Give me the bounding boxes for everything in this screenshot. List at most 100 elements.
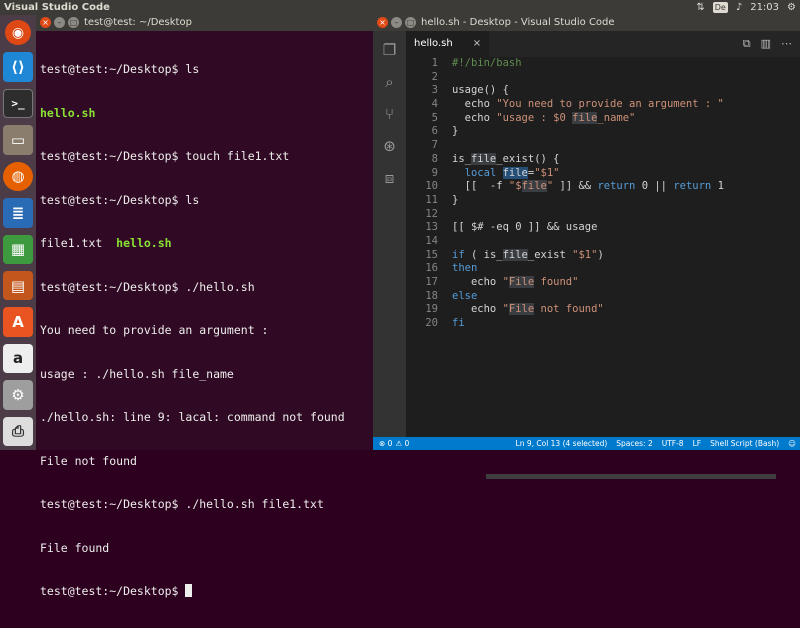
extensions-icon[interactable]: ⧈	[380, 168, 400, 188]
terminal-line: test@test:~/Desktop$ ./hello.sh	[40, 279, 255, 294]
vscode-title: hello.sh - Desktop - Visual Studio Code	[421, 17, 615, 28]
status-encoding[interactable]: UTF-8	[662, 437, 684, 450]
status-eol[interactable]: LF	[693, 437, 702, 450]
code-token: "	[502, 303, 509, 316]
status-errors[interactable]: ⊗ 0	[379, 437, 392, 450]
code-line[interactable]: echo "You need to provide an argument : …	[452, 98, 796, 112]
vscode-close-button[interactable]: ×	[377, 17, 388, 28]
active-app-title: Visual Studio Code	[4, 2, 110, 13]
code-token: return	[597, 180, 636, 193]
code-line[interactable]: [[ $# -eq 0 ]] && usage	[452, 221, 796, 235]
terminal-titlebar[interactable]: × – □ test@test: ~/Desktop	[36, 15, 373, 31]
status-right: Ln 9, Col 13 (4 selected) Spaces: 2 UTF-…	[516, 437, 796, 450]
search-icon[interactable]: ⌕	[380, 72, 400, 92]
amazon-launcher-icon[interactable]: a	[3, 343, 33, 374]
line-number: 6	[431, 125, 438, 138]
code-line[interactable]: echo "usage : $0 file_name"	[452, 111, 796, 126]
keyboard-layout-indicator[interactable]: De	[712, 2, 728, 13]
vscode-launcher-icon[interactable]: ⟨⟩	[3, 52, 33, 82]
line-number: 10	[425, 180, 438, 193]
code-line[interactable]: if ( is_file_exist "$1")	[452, 248, 796, 263]
code-token: "usage : $0	[496, 111, 573, 124]
status-language-mode[interactable]: Shell Script (Bash)	[710, 437, 779, 450]
horizontal-scrollbar[interactable]	[486, 474, 776, 479]
code-token: is_	[452, 152, 471, 165]
code-line[interactable]: then	[452, 262, 796, 276]
code-line[interactable]: usage() {	[452, 84, 796, 98]
code-line[interactable]: echo "File not found"	[452, 303, 796, 317]
terminal-executable-listing: hello.sh	[116, 236, 172, 250]
code-line[interactable]	[452, 139, 796, 153]
line-number: 2	[431, 70, 438, 83]
code-area[interactable]: #!/bin/bash usage() { echo "You need to p…	[452, 57, 796, 331]
calc-launcher-icon[interactable]: ▦	[3, 234, 33, 264]
line-number: 1	[431, 57, 438, 69]
code-line[interactable]: fi	[452, 317, 796, 331]
code-token: File	[508, 276, 535, 288]
terminal-minimize-button[interactable]: –	[54, 17, 65, 28]
line-number: 11	[425, 193, 438, 206]
impress-launcher-icon[interactable]: ▤	[3, 270, 33, 301]
status-warnings[interactable]: ⚠ 0	[395, 437, 409, 450]
vscode-titlebar[interactable]: × – □ hello.sh - Desktop - Visual Studio…	[373, 15, 800, 31]
debug-icon[interactable]: ⊛	[380, 136, 400, 156]
firefox-launcher-icon[interactable]: ◍	[3, 161, 33, 192]
more-actions-icon[interactable]: ⋯	[781, 31, 792, 57]
tab-close-icon[interactable]: ×	[473, 31, 481, 57]
settings-launcher-icon[interactable]: ⚙	[3, 380, 33, 410]
writer-launcher-icon[interactable]: ≣	[3, 198, 33, 228]
code-line[interactable]	[452, 208, 796, 222]
split-editor-icon[interactable]: ▥	[761, 31, 771, 57]
code-line[interactable]: #!/bin/bash	[452, 57, 796, 71]
code-line[interactable]	[452, 235, 796, 249]
power-gear-icon[interactable]: ⚙	[787, 0, 796, 15]
code-token: File	[508, 303, 535, 316]
status-indentation[interactable]: Spaces: 2	[616, 437, 652, 450]
terminal-maximize-button[interactable]: □	[68, 17, 79, 28]
terminal-line: ./hello.sh: line 9: lacal: command not f…	[40, 410, 345, 424]
code-editor[interactable]: 1 2 3 4 5 6 7 8 9 10 11 12 13 14 15 16 17 18 19 20 #!/bin/b…	[406, 57, 800, 479]
vscode-maximize-button[interactable]: □	[405, 17, 416, 28]
terminal-output[interactable]: test@test:~/Desktop$ ls hello.sh test@te…	[40, 33, 370, 628]
code-token: if	[452, 248, 465, 261]
terminal-line: test@test:~/Desktop$ ls	[40, 62, 200, 76]
terminal-line: usage : ./hello.sh file_name	[40, 366, 234, 381]
vscode-minimize-button[interactable]: –	[391, 17, 402, 28]
code-token: usage() {	[452, 84, 509, 97]
code-line[interactable]: }	[452, 194, 796, 208]
feedback-smiley-icon[interactable]: ☺	[788, 437, 796, 450]
terminal-launcher-icon[interactable]: >_	[3, 88, 33, 119]
clock[interactable]: 21:03	[750, 0, 779, 15]
terminal-close-button[interactable]: ×	[40, 17, 51, 28]
code-line[interactable]: is_file_exist() {	[452, 152, 796, 167]
terminal-line: You need to provide an argument :	[40, 323, 269, 337]
code-token: #!/bin/bash	[452, 57, 522, 69]
code-line[interactable]: [[ -f "$file" ]] && return 0 || return 1	[452, 180, 796, 194]
code-line[interactable]: echo "File found"	[452, 276, 796, 290]
line-number: 16	[425, 262, 438, 275]
panel-indicators: ⇅ De ♪ 21:03 ⚙	[696, 0, 796, 15]
status-cursor-position[interactable]: Ln 9, Col 13 (4 selected)	[516, 437, 608, 450]
files-launcher-icon[interactable]: ▭	[3, 125, 33, 155]
code-line[interactable]: local file="$1"	[452, 166, 796, 181]
printer-launcher-icon[interactable]: ⎙	[3, 416, 33, 446]
sort-icon[interactable]: ⇅	[696, 0, 704, 15]
open-changes-icon[interactable]: ⧉	[743, 31, 751, 57]
code-token: echo	[452, 98, 497, 111]
volume-icon[interactable]: ♪	[736, 0, 742, 15]
vscode-window: × – □ hello.sh - Desktop - Visual Studio…	[373, 15, 800, 479]
ubuntu-dash-icon[interactable]: ◉	[5, 20, 31, 46]
terminal-line: File not found	[40, 453, 137, 468]
code-token: _exist() {	[496, 152, 560, 165]
code-line[interactable]: }	[452, 125, 796, 139]
code-token: then	[452, 262, 478, 275]
tab-hello-sh[interactable]: hello.sh ×	[406, 31, 490, 57]
source-control-icon[interactable]: ⑂	[380, 104, 400, 124]
software-center-launcher-icon[interactable]: A	[3, 307, 33, 337]
code-line[interactable]: else	[452, 290, 796, 304]
terminal-prompt-line[interactable]: test@test:~/Desktop$	[40, 584, 370, 599]
terminal-cursor	[185, 584, 193, 597]
explorer-icon[interactable]: ❐	[380, 40, 400, 60]
code-token: file	[470, 152, 497, 165]
code-line[interactable]	[452, 71, 796, 85]
